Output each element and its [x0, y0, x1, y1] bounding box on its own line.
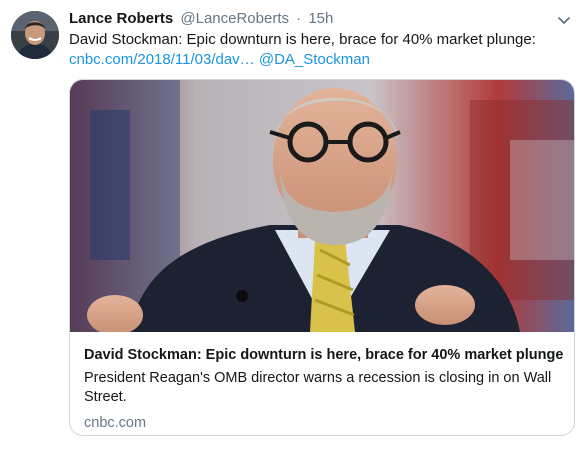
- link-card[interactable]: David Stockman: Epic downturn is here, b…: [69, 79, 575, 436]
- card-body: David Stockman: Epic downturn is here, b…: [84, 346, 564, 433]
- author-handle[interactable]: @LanceRoberts: [180, 10, 289, 27]
- card-domain: cnbc.com: [84, 415, 147, 431]
- card-image[interactable]: [70, 80, 574, 332]
- tweet-header: Lance Roberts @LanceRoberts · 15h: [69, 9, 574, 29]
- tweet-body: David Stockman: Epic downturn is here, b…: [69, 31, 536, 48]
- card-title[interactable]: David Stockman: Epic downturn is here, b…: [84, 346, 564, 365]
- separator-dot: ·: [296, 10, 302, 27]
- mention-link[interactable]: @DA_Stockman: [259, 51, 370, 68]
- chevron-down-icon[interactable]: [554, 10, 574, 30]
- tweet-timestamp[interactable]: 15h: [308, 10, 333, 27]
- avatar[interactable]: [11, 11, 59, 59]
- article-link[interactable]: cnbc.com/2018/11/03/dav…: [69, 51, 255, 68]
- author-name[interactable]: Lance Roberts: [69, 10, 173, 27]
- tweet-text: David Stockman: Epic downturn is here, b…: [69, 30, 574, 70]
- card-description: President Reagan's OMB director warns a …: [84, 370, 552, 405]
